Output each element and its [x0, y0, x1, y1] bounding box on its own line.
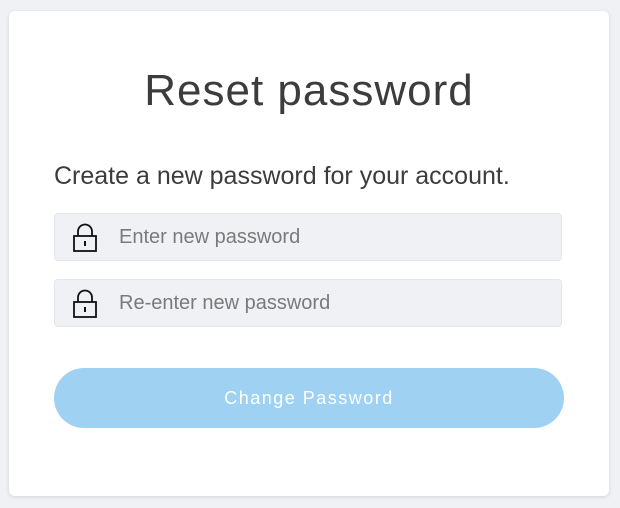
reset-password-card: Reset password Create a new password for… [9, 11, 609, 496]
new-password-input[interactable] [119, 214, 549, 260]
change-password-button[interactable]: Change Password [54, 368, 564, 428]
lock-icon [72, 223, 98, 253]
lock-icon [72, 289, 98, 319]
page-subtitle: Create a new password for your account. [54, 162, 510, 190]
confirm-password-input[interactable] [119, 280, 549, 326]
confirm-password-field[interactable] [54, 279, 562, 327]
new-password-field[interactable] [54, 213, 562, 261]
page-title: Reset password [144, 66, 474, 115]
